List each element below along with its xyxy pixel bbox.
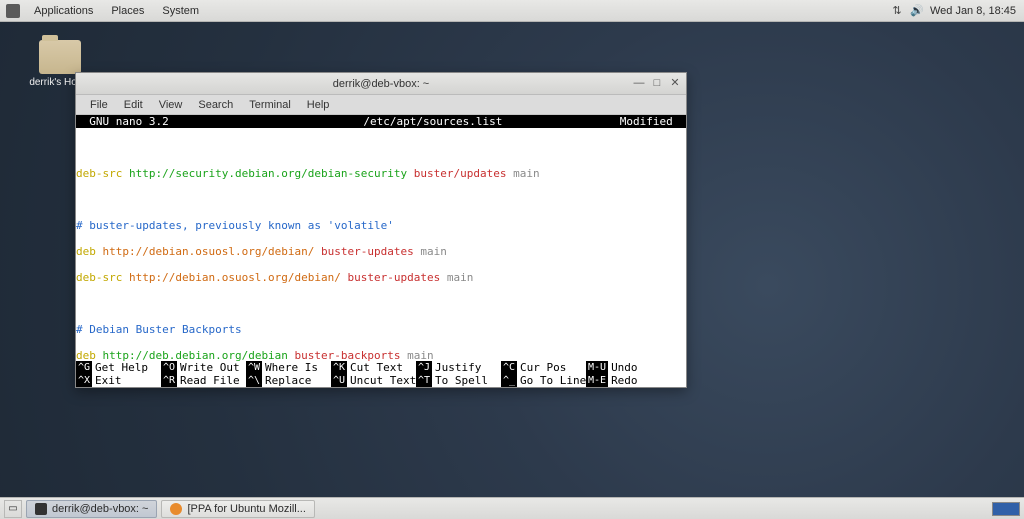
close-button[interactable]: ✕	[668, 77, 682, 91]
distro-logo-icon[interactable]	[6, 4, 20, 18]
menu-places[interactable]: Places	[103, 3, 152, 19]
menu-view[interactable]: View	[151, 97, 191, 113]
nano-header: GNU nano 3.2 /etc/apt/sources.list Modif…	[76, 115, 686, 128]
terminal-icon	[35, 503, 47, 515]
nano-shortcuts: ^GGet Help ^OWrite Out ^WWhere Is ^KCut …	[76, 361, 686, 387]
volume-icon[interactable]: 🔊	[910, 4, 924, 18]
network-icon[interactable]: ⇅	[890, 4, 904, 18]
show-desktop-button[interactable]: ▭	[4, 500, 22, 518]
nano-editor[interactable]: GNU nano 3.2 /etc/apt/sources.list Modif…	[76, 115, 686, 387]
nano-body[interactable]: deb-src http://security.debian.org/debia…	[76, 128, 686, 387]
menu-search[interactable]: Search	[190, 97, 241, 113]
taskbar-item-browser[interactable]: [PPA for Ubuntu Mozill...	[161, 500, 314, 518]
maximize-button[interactable]: □	[650, 77, 664, 91]
taskbar-item-terminal[interactable]: derrik@deb-vbox: ~	[26, 500, 157, 518]
folder-icon	[39, 40, 81, 74]
terminal-window: derrik@deb-vbox: ~ — □ ✕ File Edit View …	[75, 72, 687, 388]
menu-file[interactable]: File	[82, 97, 116, 113]
nano-version: GNU nano 3.2	[76, 115, 246, 128]
window-title: derrik@deb-vbox: ~	[76, 78, 686, 90]
menu-terminal[interactable]: Terminal	[241, 97, 299, 113]
nano-modified: Modified	[620, 115, 686, 128]
firefox-icon	[170, 503, 182, 515]
menu-system[interactable]: System	[154, 3, 207, 19]
menu-help[interactable]: Help	[299, 97, 338, 113]
menu-edit[interactable]: Edit	[116, 97, 151, 113]
clock[interactable]: Wed Jan 8, 18:45	[930, 5, 1018, 17]
minimize-button[interactable]: —	[632, 77, 646, 91]
terminal-menubar: File Edit View Search Terminal Help	[76, 95, 686, 115]
nano-filename: /etc/apt/sources.list	[246, 115, 620, 128]
menu-applications[interactable]: Applications	[26, 3, 101, 19]
workspace-switcher[interactable]	[992, 502, 1020, 516]
top-panel: Applications Places System ⇅ 🔊 Wed Jan 8…	[0, 0, 1024, 22]
titlebar[interactable]: derrik@deb-vbox: ~ — □ ✕	[76, 73, 686, 95]
bottom-panel: ▭ derrik@deb-vbox: ~ [PPA for Ubuntu Moz…	[0, 497, 1024, 519]
